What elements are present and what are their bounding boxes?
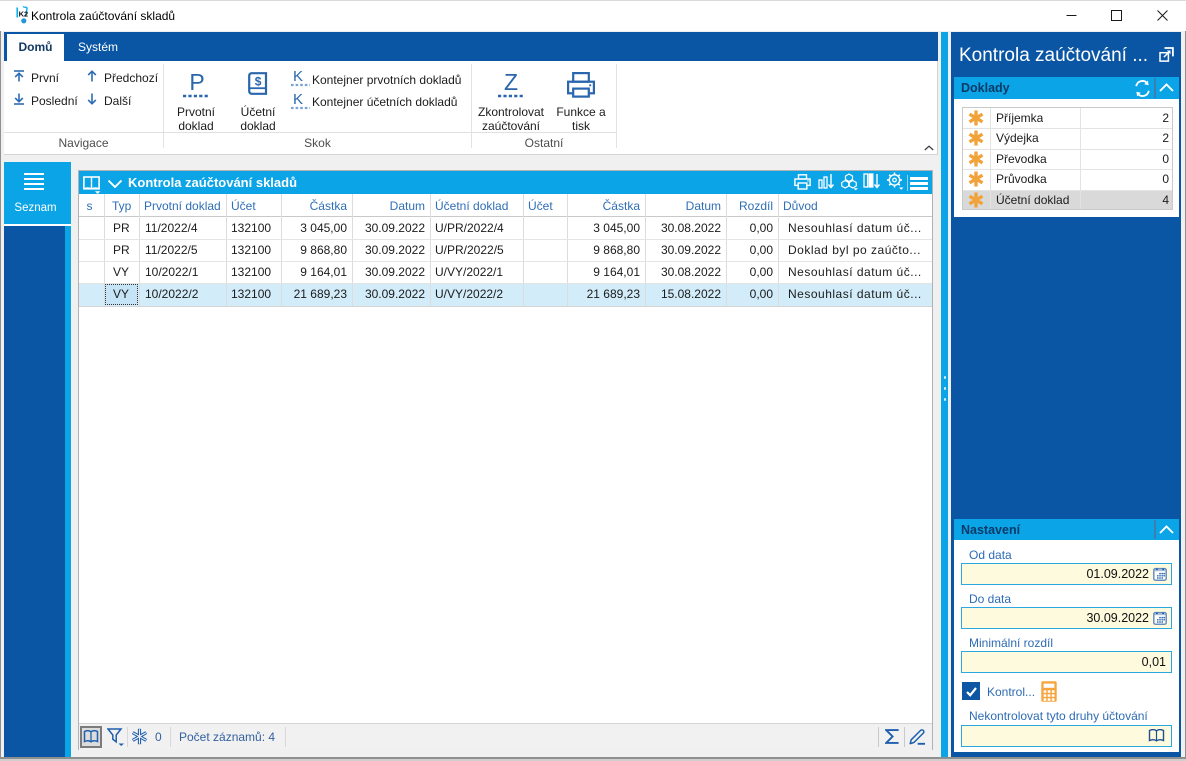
- svg-text:$: $: [255, 75, 262, 89]
- svg-text:K2: K2: [19, 10, 28, 19]
